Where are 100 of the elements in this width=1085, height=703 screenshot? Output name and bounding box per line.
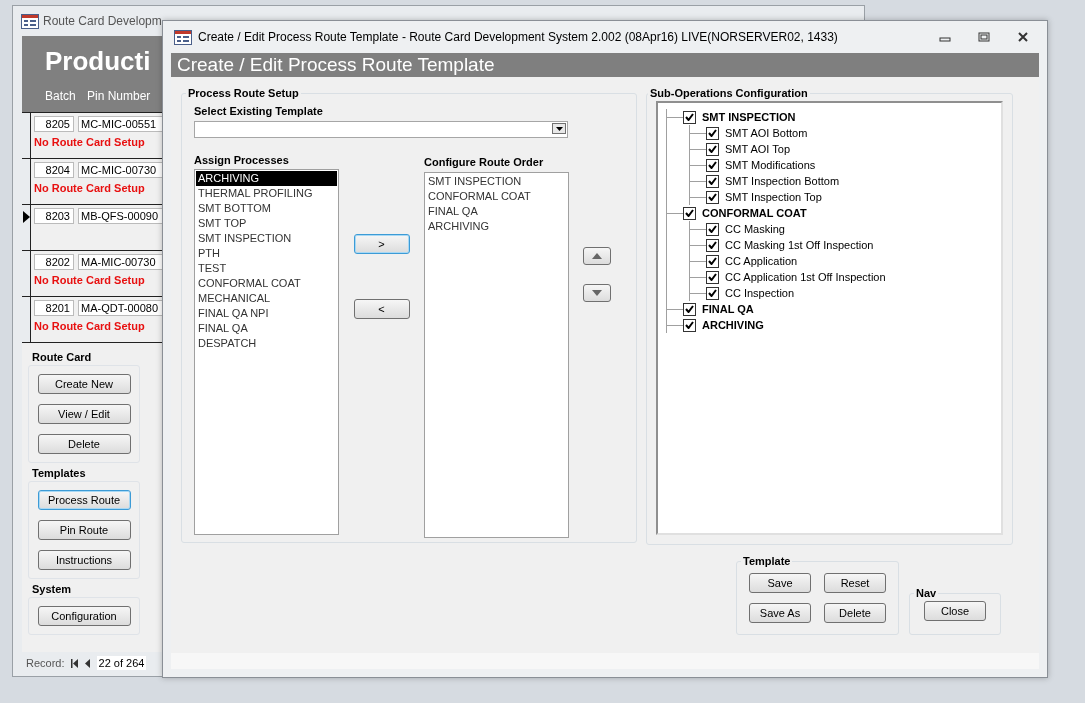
previous-record-icon[interactable] [84,658,91,668]
list-item[interactable]: CONFORMAL COAT [426,189,567,204]
batch-field[interactable]: 8205 [34,116,74,132]
list-item[interactable]: MECHANICAL [196,291,337,306]
checkbox[interactable] [706,158,719,172]
pin-number-field[interactable]: MC-MIC-00551 [78,116,164,132]
pin-number-field[interactable]: MB-QFS-00090 [78,208,164,224]
list-item[interactable]: ARCHIVING [196,171,337,186]
remove-button[interactable]: < [353,299,410,319]
warning-text: No Route Card Setup [34,136,146,148]
tree-item[interactable]: SMT Modifications [725,159,816,171]
list-item[interactable]: FINAL QA NPI [196,306,337,321]
list-item[interactable]: DESPATCH [196,336,337,351]
group-title: Nav [915,587,938,599]
tree-item[interactable]: CC Inspection [725,287,795,299]
list-item[interactable]: SMT INSPECTION [426,174,567,189]
form-icon [174,29,192,45]
list-item[interactable]: SMT TOP [196,216,337,231]
checkbox[interactable] [683,318,696,332]
close-icon[interactable] [1017,32,1029,42]
window-title: Route Card Developm [43,14,162,28]
batch-field[interactable]: 8202 [34,254,74,270]
checkbox[interactable] [706,174,719,188]
list-item[interactable]: CONFORMAL COAT [196,276,337,291]
close-button[interactable]: Close [924,601,986,621]
pin-number-field[interactable]: MA-QDT-00080 [78,300,164,316]
list-item[interactable]: FINAL QA [196,321,337,336]
record-selector[interactable] [22,159,31,204]
dropdown-arrow-icon[interactable] [552,123,566,134]
tree-item[interactable]: SMT Inspection Top [725,191,822,203]
group-title: System [32,583,73,595]
checkbox[interactable] [706,254,719,268]
command-button[interactable]: Create New [37,374,131,394]
list-item[interactable]: ARCHIVING [426,219,567,234]
command-button[interactable]: Pin Route [37,520,131,540]
tree-item[interactable]: SMT AOI Bottom [725,127,808,139]
group-title: Templates [32,467,87,479]
pin-number-field[interactable]: MC-MIC-00730 [78,162,164,178]
warning-text: No Route Card Setup [34,274,146,286]
checkbox[interactable] [683,110,696,124]
record-selector[interactable] [22,205,31,250]
checkbox[interactable] [683,302,696,316]
tree-item[interactable]: CC Application 1st Off Inspection [725,271,886,283]
group-title: Process Route Setup [187,87,300,99]
command-button[interactable]: Reset [824,573,886,593]
checkbox[interactable] [683,206,696,220]
maximize-icon[interactable] [978,32,990,42]
move-down-button[interactable] [583,284,611,302]
list-item[interactable]: FINAL QA [426,204,567,219]
column-header: Pin Number [87,89,151,103]
list-item[interactable]: SMT BOTTOM [196,201,337,216]
tree-item[interactable]: SMT Inspection Bottom [725,175,840,187]
record-selector[interactable] [22,113,31,158]
list-item[interactable]: THERMAL PROFILING [196,186,337,201]
form-icon [21,13,39,29]
command-button[interactable]: Save As [749,603,811,623]
window-title: Create / Edit Process Route Template - Route Card Development System 2.002 (08Apr16) LIVE(NORSERVER02, 1433) [198,30,838,44]
record-selector[interactable] [22,251,31,296]
command-button[interactable]: Process Route [37,490,131,510]
add-button[interactable]: > [353,234,410,254]
tree-item[interactable]: FINAL QA [702,303,754,315]
tree-item[interactable]: SMT INSPECTION [702,111,796,123]
pin-number-field[interactable]: MA-MIC-00730 [78,254,164,270]
list-item[interactable]: SMT INSPECTION [196,231,337,246]
list-item[interactable]: TEST [196,261,337,276]
checkbox[interactable] [706,270,719,284]
form-heading: Create / Edit Process Route Template [171,53,1039,77]
batch-field[interactable]: 8203 [34,208,74,224]
batch-field[interactable]: 8201 [34,300,74,316]
tree-item[interactable]: ARCHIVING [702,319,764,331]
batch-field[interactable]: 8204 [34,162,74,178]
tree-item[interactable]: CC Application [725,255,798,267]
command-button[interactable]: Save [749,573,811,593]
down-triangle-icon [592,290,602,296]
form-heading: Producti [44,46,152,77]
checkbox[interactable] [706,126,719,140]
checkbox[interactable] [706,142,719,156]
command-button[interactable]: Configuration [37,606,131,626]
list-item[interactable]: PTH [196,246,337,261]
checkbox[interactable] [706,286,719,300]
tree-item[interactable]: CC Masking 1st Off Inspection [725,239,874,251]
record-selector[interactable] [22,297,31,342]
command-button[interactable]: Instructions [37,550,131,570]
group-title: Template [742,555,792,567]
field-label: Select Existing Template [194,105,324,117]
first-record-icon[interactable] [70,658,79,668]
tree-item[interactable]: CONFORMAL COAT [702,207,807,219]
column-header: Batch [45,89,77,103]
command-button[interactable]: Delete [37,434,131,454]
list-label: Configure Route Order [424,156,545,168]
command-button[interactable]: View / Edit [37,404,131,424]
up-triangle-icon [592,253,602,259]
tree-item[interactable]: CC Masking [725,223,785,235]
checkbox[interactable] [706,238,719,252]
checkbox[interactable] [706,222,719,236]
record-position-field[interactable]: 22 of 264 [96,656,147,670]
move-up-button[interactable] [583,247,611,265]
tree-item[interactable]: SMT AOI Top [725,143,790,155]
command-button[interactable]: Delete [824,603,886,623]
checkbox[interactable] [706,190,719,204]
